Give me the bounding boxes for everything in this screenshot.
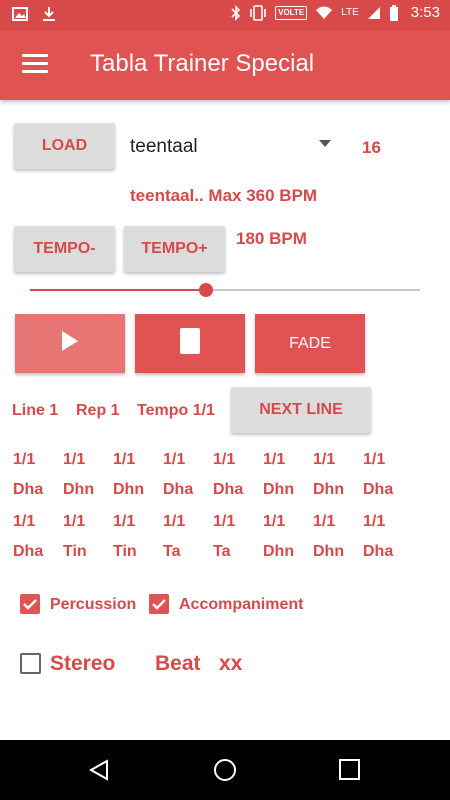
stereo-checkbox[interactable] [20,653,41,674]
load-button[interactable]: LOAD [14,123,115,169]
row1-bol: Dhn [63,481,95,498]
row1-bol: Dha [13,481,44,498]
app-title: Tabla Trainer Special [90,50,315,77]
wifi-icon [315,6,333,20]
tempo-plus-button[interactable]: TEMPO+ [124,226,225,272]
back-icon[interactable] [88,759,110,786]
row1-bol: Dha [213,481,244,498]
signal-icon [367,6,381,20]
stereo-label[interactable]: Stereo [50,652,115,676]
tempo-bpm: 180 BPM [236,229,307,248]
row2-fraction: 1/1 [63,513,86,530]
row2-fraction: 1/1 [13,513,36,530]
row1-fraction: 1/1 [213,451,236,468]
row2-bol: Ta [213,543,231,560]
line-indicator: Line 1 [12,402,59,419]
image-icon [12,6,28,22]
row2-fraction: 1/1 [113,513,136,530]
beat-value: xx [219,652,243,675]
app-bar: Tabla Trainer Special [0,30,450,100]
row2-bol: Tin [113,543,137,560]
fade-button[interactable]: FADE [255,314,365,373]
row2-fraction: 1/1 [163,513,186,530]
rep-indicator: Rep 1 [76,402,120,419]
clock: 3:53 [410,4,440,21]
recents-icon[interactable] [339,759,360,785]
row2-bol: Dha [13,543,44,560]
menu-icon[interactable] [22,54,48,76]
bluetooth-icon [231,4,241,21]
row1-bol: Dha [363,481,394,498]
vibrate-icon [249,4,267,21]
percussion-checkbox[interactable] [20,594,40,614]
row2-bol: Dha [363,543,394,560]
row1-bol: Dhn [113,481,145,498]
tempo-slider-fill [30,289,206,291]
row1-fraction: 1/1 [263,451,286,468]
network-type: LTE [341,7,359,18]
row2-bol: Dhn [313,543,345,560]
taal-info: teentaal.. Max 360 BPM [130,186,318,205]
stop-icon [179,327,201,360]
row1-fraction: 1/1 [63,451,86,468]
tempo-slider[interactable] [30,283,420,297]
navigation-bar [0,740,450,800]
volte-badge: VOLTE [275,5,308,20]
row1-fraction: 1/1 [313,451,336,468]
home-icon[interactable] [213,758,237,787]
accompaniment-label[interactable]: Accompaniment [179,596,303,614]
row2-bol: Tin [63,543,87,560]
tempo-slider-thumb[interactable] [198,283,213,297]
row1-bol: Dhn [313,481,345,498]
battery-icon [389,4,399,21]
row2-fraction: 1/1 [213,513,236,530]
row1-bol: Dhn [263,481,295,498]
stop-button[interactable] [135,314,245,373]
taal-select[interactable]: teentaal [130,136,198,158]
play-button[interactable] [15,314,125,373]
accompaniment-checkbox[interactable] [149,594,169,614]
check-icon [23,599,37,610]
row1-fraction: 1/1 [113,451,136,468]
row1-bol: Dha [163,481,194,498]
download-icon [42,6,56,22]
row2-fraction: 1/1 [313,513,336,530]
percussion-label[interactable]: Percussion [50,596,136,614]
beat-label: Beat [155,652,201,675]
tempo-indicator: Tempo 1/1 [137,402,215,419]
check-icon [152,599,166,610]
tempo-minus-button[interactable]: TEMPO- [14,226,115,272]
row1-fraction: 1/1 [13,451,36,468]
row2-bol: Dhn [263,543,295,560]
row2-fraction: 1/1 [363,513,386,530]
dropdown-arrow-icon[interactable] [319,140,331,147]
play-icon [61,330,79,357]
row2-fraction: 1/1 [263,513,286,530]
status-bar: VOLTE LTE 3:53 [0,0,450,30]
row1-fraction: 1/1 [163,451,186,468]
next-line-button[interactable]: NEXT LINE [231,387,371,433]
taal-beat-count: 16 [362,138,381,157]
row2-bol: Ta [163,543,181,560]
row1-fraction: 1/1 [363,451,386,468]
